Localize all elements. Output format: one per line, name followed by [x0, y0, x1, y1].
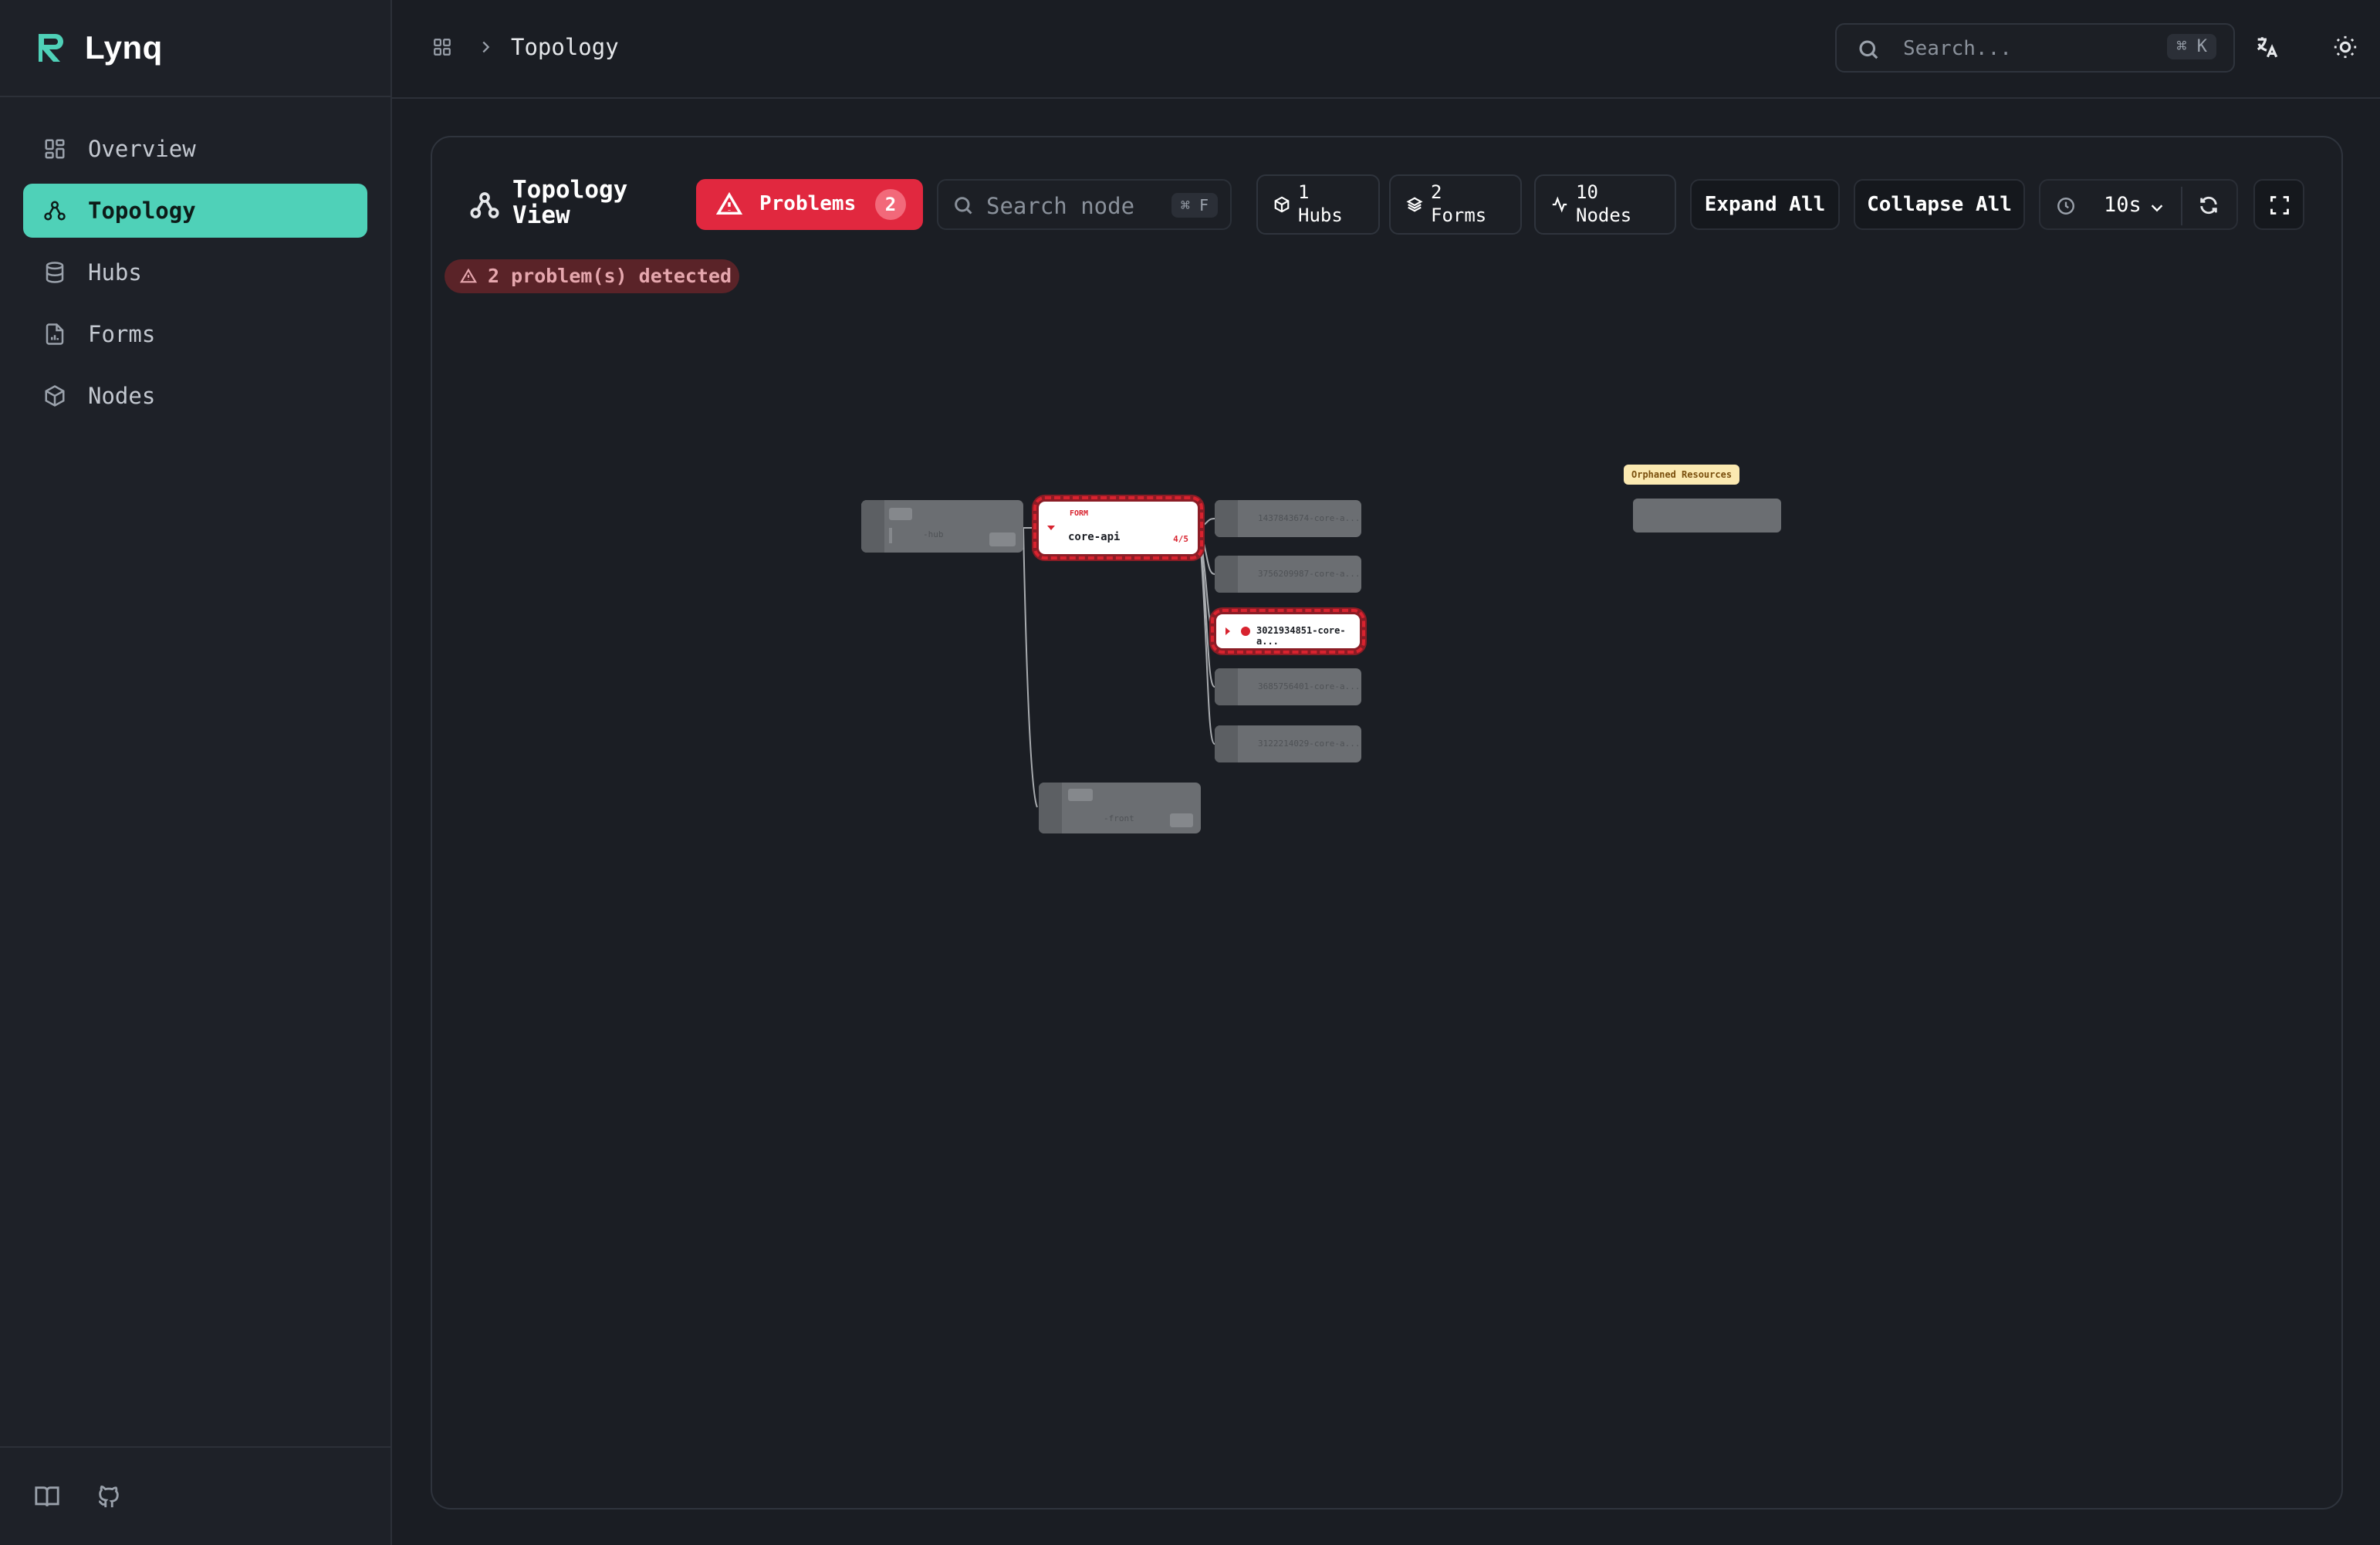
book-icon[interactable]	[34, 1483, 60, 1510]
node-label: 3021934851-core-a...	[1256, 625, 1346, 647]
node-2[interactable]: 3756209987-core-a...	[1215, 556, 1361, 593]
sidebar-item-nodes[interactable]: Nodes	[23, 369, 367, 423]
grid-icon	[45, 139, 65, 159]
node-handle	[1215, 500, 1238, 537]
node-label: 3685756401-core-a...	[1258, 681, 1361, 691]
sidebar-item-label: Forms	[88, 321, 156, 347]
node-handle	[1215, 725, 1238, 762]
form-node-frontend[interactable]: -front	[1039, 783, 1201, 833]
sidebar-item-overview[interactable]: Overview	[23, 122, 367, 176]
sidebar-nav: Overview Topology Hubs Forms Nodes	[0, 97, 390, 423]
hub-bar	[889, 528, 892, 543]
node-5[interactable]: 3122214029-core-a...	[1215, 725, 1361, 762]
translate-icon[interactable]	[2253, 34, 2280, 60]
node-handle	[1039, 783, 1062, 833]
form-tag-placeholder	[1068, 789, 1093, 801]
database-icon	[46, 262, 64, 283]
caret-right-icon[interactable]	[1224, 627, 1232, 636]
hub-node-label: -hub	[923, 529, 944, 539]
sidebar-item-label: Topology	[88, 198, 196, 224]
topology-icon	[44, 201, 66, 221]
form-count-badge	[1170, 813, 1193, 827]
node-handle	[1215, 556, 1238, 593]
sidebar-item-label: Hubs	[88, 259, 142, 286]
node-handle	[861, 500, 884, 553]
form-node-core-api[interactable]: FORM core-api 4/5	[1033, 496, 1203, 560]
form-node-label: -front	[1104, 813, 1134, 823]
node-label: 3122214029-core-a...	[1258, 739, 1361, 749]
caret-down-icon[interactable]	[1046, 523, 1056, 532]
sidebar-item-topology[interactable]: Topology	[23, 184, 367, 238]
node-label: 3756209987-core-a...	[1258, 569, 1361, 579]
sidebar-item-hubs[interactable]: Hubs	[23, 245, 367, 299]
sidebar: Lynq Overview Topology Hubs Forms Nodes	[0, 0, 392, 1545]
sidebar-item-label: Nodes	[88, 383, 156, 409]
search-placeholder: Search...	[1903, 37, 2012, 60]
grid-icon[interactable]	[432, 37, 452, 57]
sun-icon[interactable]	[2332, 34, 2358, 60]
topology-panel: Topology View Problems 2 Search node ⌘ F…	[431, 136, 2343, 1510]
search-shortcut-badge: ⌘ K	[2167, 34, 2216, 59]
breadcrumb-current: Topology	[511, 34, 619, 60]
lynq-logo-icon	[39, 34, 63, 62]
sidebar-item-label: Overview	[88, 136, 196, 162]
box-icon	[45, 385, 65, 407]
node-label: 1437843674-core-a...	[1258, 513, 1361, 523]
top-header: Topology Search... ⌘ K	[392, 0, 2380, 99]
orphaned-resources-group[interactable]	[1633, 499, 1781, 532]
form-ratio: 4/5	[1173, 534, 1188, 544]
status-dot	[1241, 627, 1250, 636]
app-root: Lynq Overview Topology Hubs Forms Nodes	[0, 0, 2380, 1545]
node-3-problem[interactable]: 3021934851-core-a...	[1211, 609, 1365, 654]
node-4[interactable]: 3685756401-core-a...	[1215, 668, 1361, 705]
form-name: core-api	[1068, 531, 1121, 543]
edge-core-api-to-node-3	[1198, 527, 1215, 632]
edge-core-api-to-node-1	[1198, 518, 1215, 529]
hub-count-badge	[989, 532, 1016, 546]
brand[interactable]: Lynq	[0, 0, 390, 97]
node-handle	[1215, 668, 1238, 705]
sidebar-footer	[0, 1446, 390, 1545]
graph-edges	[1023, 518, 1215, 808]
form-tag: FORM	[1070, 509, 1089, 518]
topology-graph[interactable]: -hub FORM core-api 4/5 -front 1437843674	[432, 137, 2345, 1511]
hub-badge	[889, 508, 912, 520]
file-chart-icon	[46, 323, 64, 345]
hub-node[interactable]: -hub	[861, 500, 1023, 553]
edge-hub-to-frontend	[1023, 527, 1038, 808]
chevron-right-icon	[482, 41, 490, 53]
search-icon	[1859, 40, 1878, 59]
github-icon[interactable]	[96, 1483, 122, 1510]
node-1[interactable]: 1437843674-core-a...	[1215, 500, 1361, 537]
orphaned-resources-label: Orphaned Resources	[1624, 465, 1740, 485]
global-search-input[interactable]: Search... ⌘ K	[1835, 23, 2235, 73]
sidebar-item-forms[interactable]: Forms	[23, 307, 367, 361]
app-name: Lynq	[85, 29, 163, 66]
